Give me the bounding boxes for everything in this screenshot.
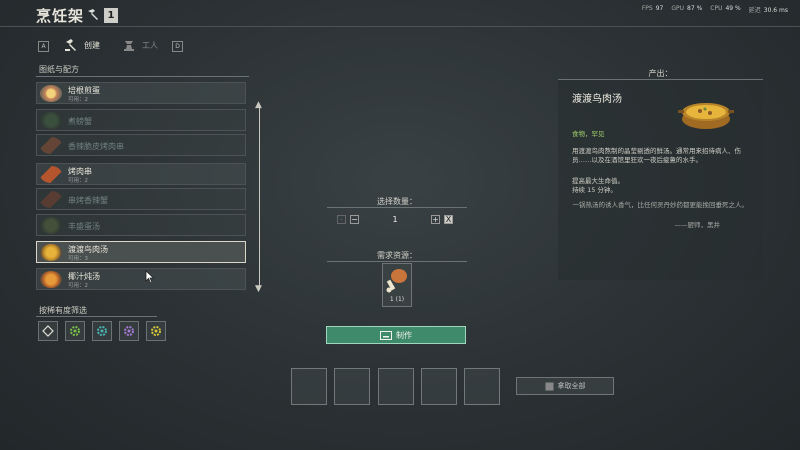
recipe-item-coconut-stew[interactable]: 椰汁炖汤 可用：2: [36, 268, 246, 290]
diamond-icon: [42, 325, 54, 337]
mouse-cursor-icon: [145, 270, 155, 284]
recipe-item-dodo-soup[interactable]: 渡渡鸟肉汤 可用：3: [36, 241, 246, 263]
recipe-list-header: 图纸与配方: [36, 64, 249, 77]
output-duration: 持续 15 分钟。: [572, 186, 617, 194]
quantity-header: 选择数量：: [327, 196, 467, 208]
queue-slot[interactable]: [291, 368, 327, 405]
output-item-name: 渡渡鸟肉汤: [572, 94, 622, 105]
recipe-name: 煮螃蟹: [68, 117, 92, 126]
gpu-label: GPU: [671, 5, 685, 12]
resource-count: 1 (1): [389, 296, 405, 303]
recipe-name: 香辣脆皮烤肉串: [68, 142, 124, 151]
fps-label: FPS: [641, 5, 653, 12]
recipe-available: 可用：3: [68, 256, 88, 262]
dodo-soup-icon: [40, 244, 62, 261]
gear-teal-icon: [97, 326, 107, 336]
key-square-icon: [545, 382, 553, 390]
filter-epic-button[interactable]: [119, 321, 139, 341]
recipe-name: 串烤香辣蟹: [68, 196, 108, 205]
fps-value: 97: [655, 5, 664, 12]
recipe-name: 丰盛蛋汤: [68, 222, 100, 231]
quantity-max-button[interactable]: X: [444, 215, 453, 224]
craft-button-label: 制作: [396, 330, 412, 340]
recipe-available: 可用：2: [68, 283, 88, 289]
quantity-stepper[interactable]: - − 1 + X: [337, 214, 453, 225]
recipe-available: 可用：2: [68, 178, 88, 184]
output-category: 食物，罕见: [572, 130, 605, 138]
recipe-available: 可用：2: [68, 97, 88, 103]
tab-worker[interactable]: 工人: [122, 38, 158, 52]
filter-common-button[interactable]: [38, 321, 58, 341]
quantity-minus-button[interactable]: −: [350, 215, 359, 224]
scroll-down-arrow[interactable]: ▼: [255, 284, 262, 294]
tab-worker-label: 工人: [142, 40, 158, 50]
anvil-icon: [124, 41, 134, 51]
queue-slot[interactable]: [378, 368, 414, 405]
output-description: 用渡渡鸟肉熬制的晶莹剔透的鲜汤。通常用来招待病人、伤员……以及在酒馆里狂欢一夜后…: [572, 147, 741, 164]
recipe-item-boiled-crab[interactable]: 煮螃蟹: [36, 109, 246, 131]
resources-header: 需求资源：: [327, 250, 467, 262]
queue-slot[interactable]: [334, 368, 370, 405]
key-d-hint[interactable]: D: [172, 41, 183, 52]
recipe-item-meat-skewer[interactable]: 烤肉串 可用：2: [36, 163, 246, 185]
output-quote-author: ——厨师，黑井: [674, 221, 721, 229]
latency-label: 延迟: [748, 7, 761, 14]
gear-yellow-icon: [151, 326, 161, 336]
filter-rare-button[interactable]: [92, 321, 112, 341]
recipe-item-egg-soup[interactable]: 丰盛蛋汤: [36, 214, 246, 236]
page-title: 烹饪架: [36, 7, 85, 25]
quantity-value[interactable]: 1: [363, 215, 427, 224]
filter-legendary-button[interactable]: [146, 321, 166, 341]
gear-purple-icon: [124, 326, 134, 336]
queue-slot[interactable]: [421, 368, 457, 405]
skewer-icon: [40, 137, 62, 154]
key-hint-badge: 1: [104, 8, 118, 23]
drumstick-icon: [386, 269, 407, 293]
egg-soup-icon: [40, 217, 62, 234]
keyboard-icon: [380, 330, 392, 340]
crab-skewer-icon: [40, 191, 62, 208]
hammer-icon: [65, 39, 76, 51]
queue-slot[interactable]: [464, 368, 500, 405]
take-all-label: 拿取全部: [557, 382, 586, 390]
tab-build[interactable]: 创建: [64, 38, 100, 52]
quantity-plus-button[interactable]: +: [431, 215, 440, 224]
divider: [0, 26, 800, 27]
latency-value: 30.6 ms: [763, 7, 788, 14]
hammer-icon: [88, 9, 98, 20]
coconut-stew-icon: [40, 271, 62, 288]
take-all-button[interactable]: 拿取全部: [516, 377, 614, 395]
output-flavor-quote: 一锅热汤的诱人香气，比任何灵丹妙药都更能挽回垂死之人。: [572, 201, 749, 209]
craft-button[interactable]: 制作: [326, 326, 466, 344]
cpu-label: CPU: [710, 5, 723, 12]
cpu-value: 49 %: [725, 5, 741, 12]
quantity-min-button[interactable]: -: [337, 215, 346, 224]
rarity-filter-label: 按稀有度筛选: [36, 305, 157, 317]
tab-build-label: 创建: [84, 40, 100, 50]
meat-skewer-icon: [40, 166, 62, 183]
soup-pot-icon: [678, 103, 734, 129]
bacon-eggs-icon: [40, 85, 62, 102]
output-header: 产出：: [558, 68, 763, 80]
gear-green-icon: [70, 326, 80, 336]
recipe-item-bacon-eggs[interactable]: 培根煎蛋 可用：2: [36, 82, 246, 104]
scrollbar[interactable]: [259, 108, 260, 290]
recipe-item-spicy-skewer[interactable]: 香辣脆皮烤肉串: [36, 134, 246, 156]
filter-uncommon-button[interactable]: [65, 321, 85, 341]
key-a-hint[interactable]: A: [38, 41, 49, 52]
recipe-item-crab-skewer[interactable]: 串烤香辣蟹: [36, 188, 246, 210]
perf-stats: FPS 97 GPU 87 % CPU 49 % 延迟 30.6 ms: [642, 5, 788, 14]
crab-icon: [40, 112, 62, 129]
gpu-value: 87 %: [687, 5, 703, 12]
